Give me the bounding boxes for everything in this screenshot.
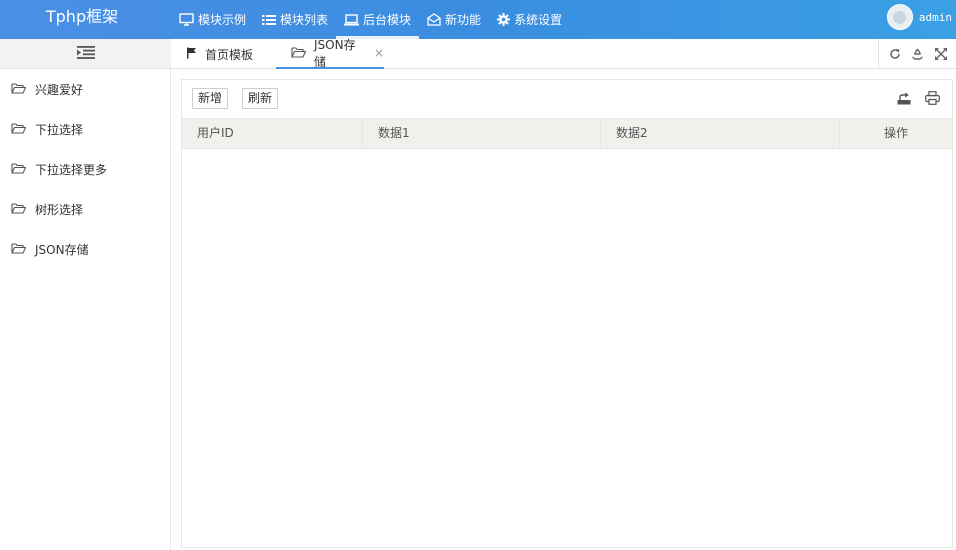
column-header-actions: 操作 [883, 126, 908, 140]
sidebar-item-label: 下拉选择 [35, 122, 84, 137]
recycle-icon[interactable] [910, 46, 926, 62]
table-panel: 新增 刷新 用户ID 数据1 数据2 操作 [181, 79, 953, 548]
tab-home[interactable]: 首页模板 [186, 39, 253, 69]
tab-bar: 首页模板 JSON存储 × [171, 38, 956, 69]
table-tools [896, 90, 940, 106]
avatar[interactable] [886, 4, 913, 30]
table-header: 用户ID 数据1 数据2 操作 [182, 118, 952, 149]
main-content: 新增 刷新 用户ID 数据1 数据2 操作 [171, 69, 956, 550]
column-header-data1: 数据1 [363, 119, 601, 148]
tab-tools [878, 39, 956, 68]
print-icon[interactable] [924, 90, 940, 106]
add-button[interactable]: 新增 [192, 88, 229, 109]
tab-label: 首页模板 [205, 47, 254, 62]
folder-open-icon [291, 46, 307, 61]
refresh-icon[interactable] [887, 46, 903, 62]
topnav-item-admin-module[interactable]: 后台模块 [336, 0, 420, 39]
gear-icon [497, 13, 511, 26]
topnav-item-system-settings[interactable]: 系统设置 [489, 0, 570, 39]
sidebar-item-json-storage[interactable]: JSON存储 [0, 229, 170, 269]
sidebar-item-dropdown[interactable]: 下拉选择 [0, 109, 170, 149]
topnav-item-module-examples[interactable]: 模块示例 [171, 0, 254, 39]
refresh-button[interactable]: 刷新 [242, 88, 279, 109]
export-icon[interactable] [896, 90, 912, 106]
folder-open-icon [11, 122, 27, 137]
sidebar-item-label: JSON存储 [35, 242, 89, 257]
sidebar-item-label: 兴趣爱好 [35, 82, 84, 97]
column-header-data2: 数据2 [601, 119, 840, 148]
app-logo[interactable]: Tphp框架 [0, 0, 164, 39]
envelope-open-icon [427, 13, 441, 26]
top-nav: 模块示例 模块列表 后台模块 新功能 系统设置 [171, 0, 570, 39]
laptop-icon [344, 13, 360, 26]
user-menu[interactable]: admin [886, 3, 952, 31]
tab-label: JSON存储 [314, 38, 356, 69]
table-body [182, 149, 952, 547]
sidebar-item-dropdown-more[interactable]: 下拉选择更多 [0, 149, 170, 189]
sidebar: 兴趣爱好 下拉选择 下拉选择更多 树形选择 JSON存储 [0, 69, 171, 550]
topnav-label: 模块示例 [198, 13, 247, 27]
topnav-label: 后台模块 [363, 13, 412, 27]
user-name[interactable]: admin [919, 11, 952, 24]
tab-close-button[interactable]: × [374, 46, 384, 60]
column-header-user-id: 用户ID [182, 119, 363, 148]
sidebar-item-tree-select[interactable]: 树形选择 [0, 189, 170, 229]
fullscreen-icon[interactable] [933, 46, 949, 62]
indent-icon [76, 45, 95, 62]
folder-open-icon [11, 242, 27, 257]
topnav-label: 模块列表 [280, 13, 329, 27]
flag-icon [186, 47, 197, 62]
sidebar-toggle-button[interactable] [0, 39, 171, 69]
topnav-item-module-list[interactable]: 模块列表 [254, 0, 336, 39]
list-icon [262, 14, 277, 26]
topnav-item-new-features[interactable]: 新功能 [419, 0, 489, 39]
monitor-icon [179, 13, 194, 26]
sidebar-item-hobbies[interactable]: 兴趣爱好 [0, 69, 170, 109]
tab-json-storage[interactable]: JSON存储 × [276, 38, 384, 69]
top-bar: Tphp框架 模块示例 模块列表 后台模块 新功能 系统设置 admin [0, 0, 956, 39]
topnav-label: 新功能 [445, 13, 482, 27]
folder-open-icon [11, 82, 27, 97]
folder-open-icon [11, 202, 27, 217]
sidebar-item-label: 下拉选择更多 [35, 162, 108, 177]
folder-open-icon [11, 162, 27, 177]
sidebar-item-label: 树形选择 [35, 202, 84, 217]
topnav-label: 系统设置 [514, 13, 563, 27]
